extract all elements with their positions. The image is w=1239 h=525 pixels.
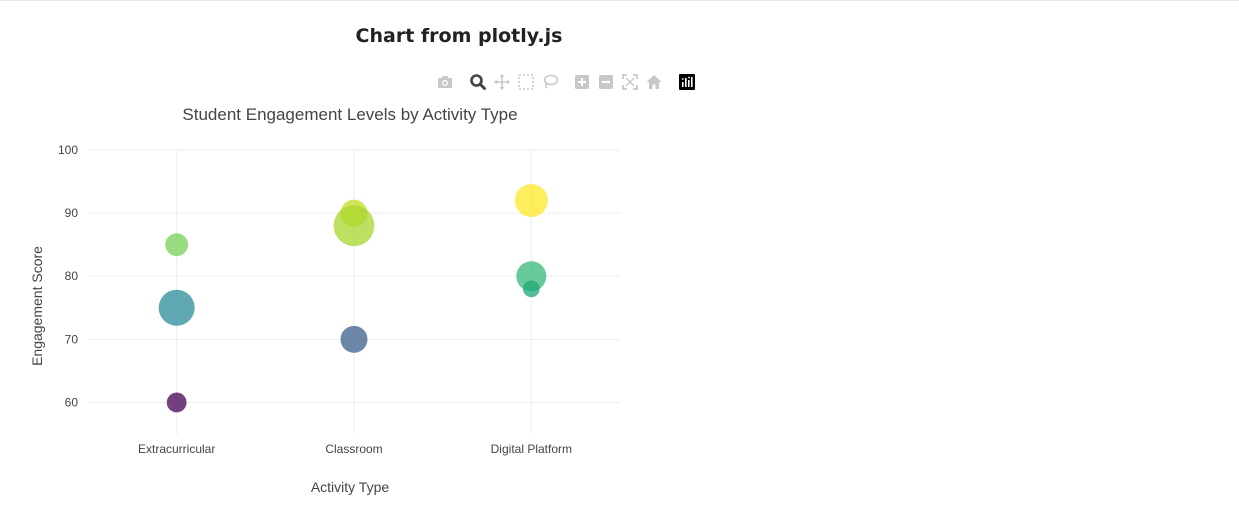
data-point[interactable]: [165, 233, 189, 257]
data-point[interactable]: [333, 205, 375, 247]
x-tick-label: Extracurricular: [138, 442, 215, 456]
chart: 60 70 80 90 100 Extracurricular Classroom Digit…: [29, 105, 620, 495]
y-tick-label: 100: [58, 143, 78, 157]
data-point[interactable]: [514, 183, 548, 217]
data-point[interactable]: [340, 325, 368, 353]
y-tick-label: 80: [65, 269, 79, 283]
data-point[interactable]: [522, 280, 540, 298]
x-tick-label: Digital Platform: [491, 442, 572, 456]
scatter-markers[interactable]: [158, 183, 548, 413]
y-tick-label: 90: [65, 206, 79, 220]
x-tick-label: Classroom: [325, 442, 382, 456]
data-point[interactable]: [158, 289, 195, 326]
x-axis-title: Activity Type: [311, 479, 390, 495]
y-tick-label: 60: [65, 395, 79, 409]
chart-title: Student Engagement Levels by Activity Ty…: [182, 105, 517, 124]
y-tick-label: 70: [65, 332, 79, 346]
axis-ticks: 60 70 80 90 100 Extracurricular Classroom Digit…: [58, 143, 572, 456]
y-axis-title: Engagement Score: [29, 246, 45, 366]
data-point[interactable]: [166, 392, 187, 413]
